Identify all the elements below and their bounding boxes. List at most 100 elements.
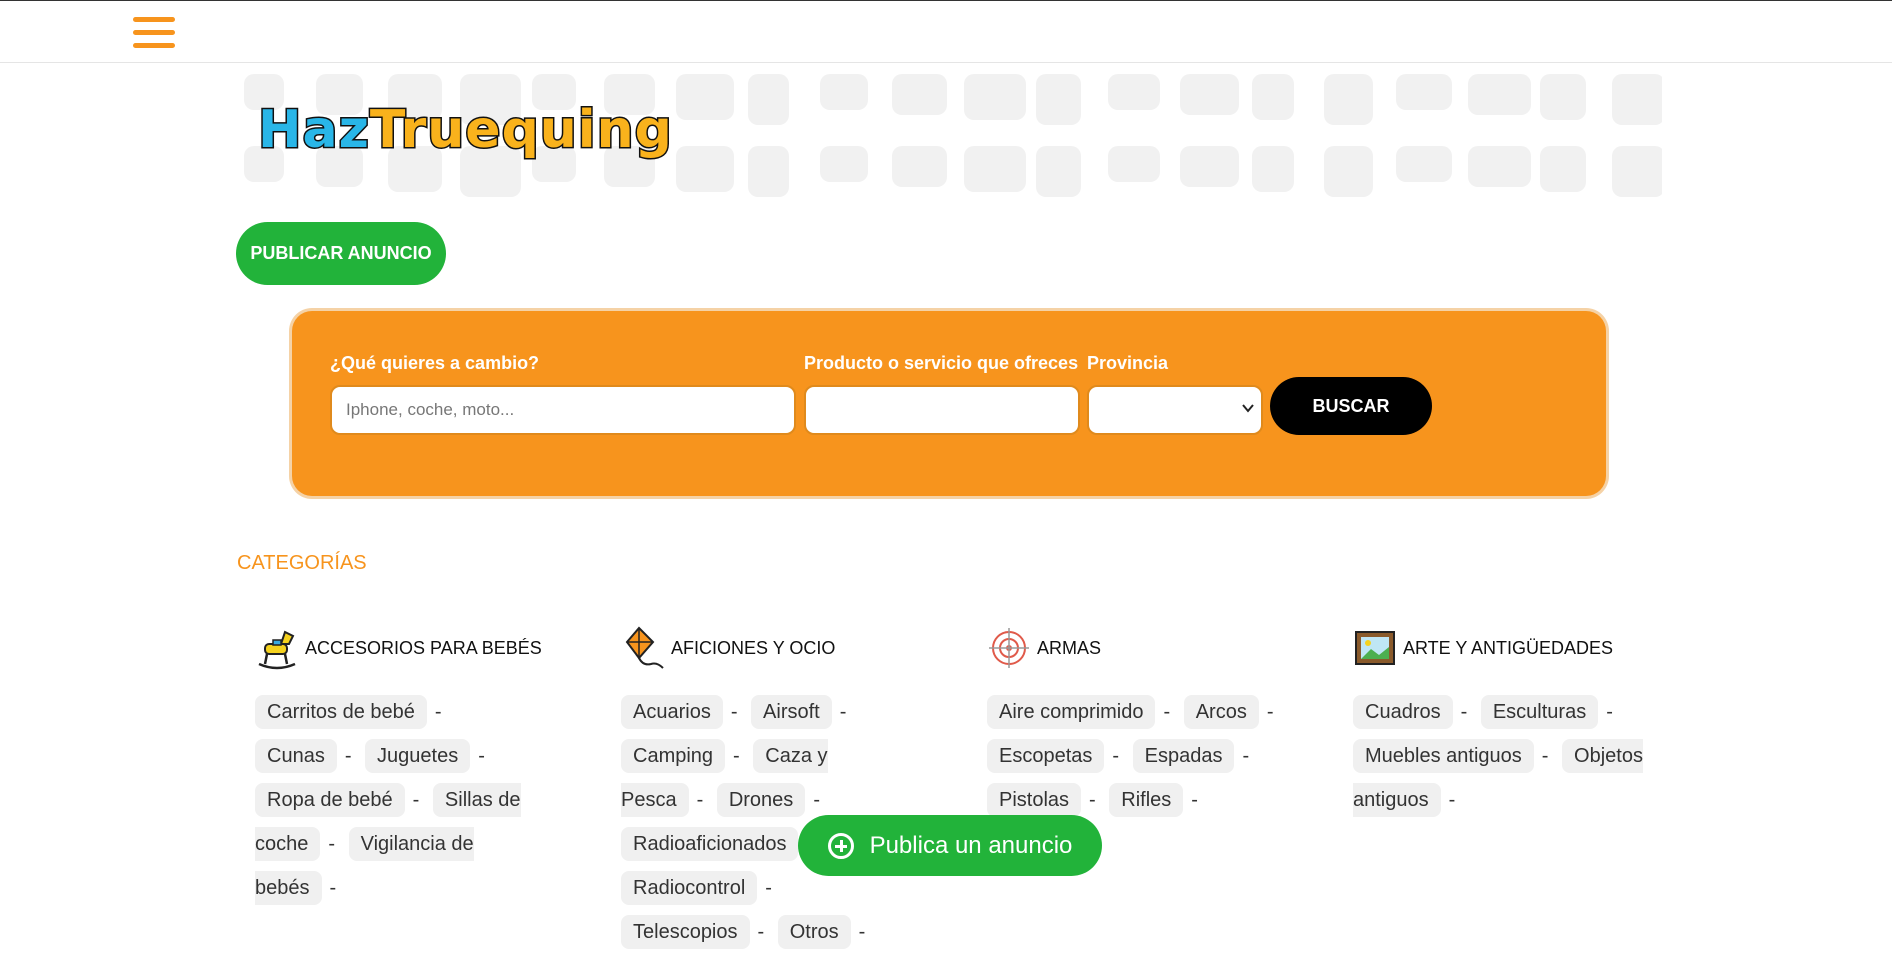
rocking-horse-icon (258, 630, 296, 670)
banner-product-silhouette (1612, 146, 1662, 197)
subcategory-link[interactable]: Muebles antiguos (1353, 739, 1534, 773)
want-input[interactable]: Iphone, coche, moto... (330, 385, 796, 435)
banner-product-silhouette (1252, 146, 1294, 192)
banner-product-silhouette (1180, 146, 1239, 187)
separator: - (1448, 789, 1456, 811)
banner-product-silhouette (1324, 74, 1373, 125)
navbar (0, 1, 1892, 63)
subcategory-list: Aire comprimido - Arcos - Escopetas - Espad… (987, 690, 1287, 822)
category-column: ARMAS Aire comprimido - Arcos - Escopetas -… (987, 626, 1287, 822)
banner-product-silhouette (676, 74, 734, 120)
subcategory-link[interactable]: Telescopios (621, 915, 750, 949)
subcategory-link[interactable]: Aire comprimido (987, 695, 1156, 729)
banner-product-silhouette (1036, 74, 1081, 125)
banner-product-silhouette (1468, 74, 1531, 115)
framed-picture-icon (1355, 631, 1395, 665)
separator: - (1089, 789, 1096, 811)
subcategory-link[interactable]: Escopetas (987, 739, 1105, 773)
subcategory-link[interactable]: Acuarios (621, 695, 723, 729)
category-name[interactable]: ARTE Y ANTIGÜEDADES (1403, 638, 1613, 659)
subcategory-link[interactable]: Cunas (255, 739, 337, 773)
subcategory-link[interactable]: Carritos de bebé (255, 695, 427, 729)
separator: - (328, 833, 336, 855)
separator: - (1191, 789, 1198, 811)
subcategory-link[interactable]: Esculturas (1480, 695, 1599, 729)
separator: - (696, 789, 704, 811)
banner-product-silhouette (964, 74, 1026, 120)
subcategory-link[interactable]: Otros (777, 915, 851, 949)
fab-label: Publica un anuncio (869, 831, 1073, 859)
search-panel: ¿Qué quieres a cambio? Producto o servic… (292, 311, 1606, 496)
subcategory-link[interactable]: Drones (716, 783, 806, 817)
banner-product-silhouette (1324, 146, 1373, 197)
subcategory-list: Carritos de bebé - Cunas - Juguetes - Ropa … (255, 690, 555, 910)
subcategory-link[interactable]: Espadas (1132, 739, 1235, 773)
category-name[interactable]: AFICIONES Y OCIO (671, 638, 835, 659)
separator: - (765, 877, 772, 899)
category-column: AFICIONES Y OCIO Acuarios - Airsoft - Camp… (621, 626, 921, 954)
banner-product-silhouette (1612, 74, 1662, 125)
province-label: Provincia (1087, 353, 1169, 373)
subcategory-link[interactable]: Radiocontrol (621, 871, 758, 905)
separator: - (1460, 701, 1468, 723)
category-column: ARTE Y ANTIGÜEDADES Cuadros - Esculturas -… (1353, 626, 1653, 822)
banner-product-silhouette (1252, 74, 1294, 120)
banner-product-silhouette (964, 146, 1026, 192)
chevron-down-icon (1242, 404, 1254, 413)
category-column: ACCESORIOS PARA BEBÉS Carritos de bebé - … (255, 626, 555, 910)
subcategory-link[interactable]: Juguetes (365, 739, 471, 773)
banner-product-silhouette (1036, 146, 1081, 197)
publish-ad-button[interactable]: PUBLICAR ANUNCIO (236, 222, 446, 285)
separator: - (1541, 745, 1549, 767)
separator: - (1606, 701, 1613, 723)
subcategory-link[interactable]: Ropa de bebé (255, 783, 405, 817)
offer-label: Producto o servicio que ofreces (804, 353, 1079, 373)
banner-product-silhouette (1108, 146, 1160, 182)
banner-product-silhouette (748, 74, 789, 125)
separator: - (1163, 701, 1171, 723)
banner-product-silhouette (1540, 146, 1586, 192)
publish-ad-fab[interactable]: Publica un anuncio (798, 815, 1102, 876)
subcategory-link[interactable]: Pistolas (987, 783, 1082, 817)
subcategory-list: Cuadros - Esculturas - Muebles antiguos - O… (1353, 690, 1653, 822)
separator: - (1266, 701, 1274, 723)
kite-icon (625, 626, 664, 669)
banner-product-silhouette (1540, 74, 1586, 120)
banner-product-silhouette (892, 74, 947, 115)
banner-product-silhouette (892, 146, 947, 187)
separator: - (858, 921, 866, 943)
hamburger-menu-icon[interactable] (133, 17, 175, 49)
banner-product-silhouette (748, 146, 789, 197)
search-button[interactable]: BUSCAR (1270, 377, 1432, 435)
subcategory-link[interactable]: Cuadros (1353, 695, 1453, 729)
subcategory-link[interactable]: Rifles (1109, 783, 1184, 817)
subcategory-link[interactable]: Camping (621, 739, 726, 773)
banner-product-silhouette (820, 74, 868, 110)
subcategory-link[interactable]: Airsoft (751, 695, 832, 729)
target-icon (989, 628, 1029, 668)
banner-product-silhouette (1180, 74, 1239, 115)
separator: - (329, 877, 337, 899)
separator: - (813, 789, 820, 811)
category-name[interactable]: ARMAS (1037, 638, 1101, 659)
banner-product-silhouette (676, 146, 734, 192)
separator: - (1242, 745, 1250, 767)
separator: - (434, 701, 442, 723)
banner-product-silhouette (1396, 146, 1452, 182)
banner-product-silhouette (1108, 74, 1160, 110)
separator: - (344, 745, 352, 767)
province-select[interactable] (1087, 385, 1263, 435)
banner-product-silhouette (1468, 146, 1531, 187)
subcategory-link[interactable]: Arcos (1183, 695, 1259, 729)
offer-input[interactable] (804, 385, 1080, 435)
separator: - (478, 745, 485, 767)
separator: - (839, 701, 847, 723)
site-logo[interactable]: HazTruequing (257, 103, 674, 158)
separator: - (730, 701, 738, 723)
separator: - (1112, 745, 1120, 767)
banner-product-silhouette (820, 146, 868, 182)
subcategory-link[interactable]: Radioaficionados (621, 827, 799, 861)
category-name[interactable]: ACCESORIOS PARA BEBÉS (305, 638, 542, 659)
categories-title: CATEGORÍAS (237, 552, 367, 574)
separator: - (757, 921, 765, 943)
